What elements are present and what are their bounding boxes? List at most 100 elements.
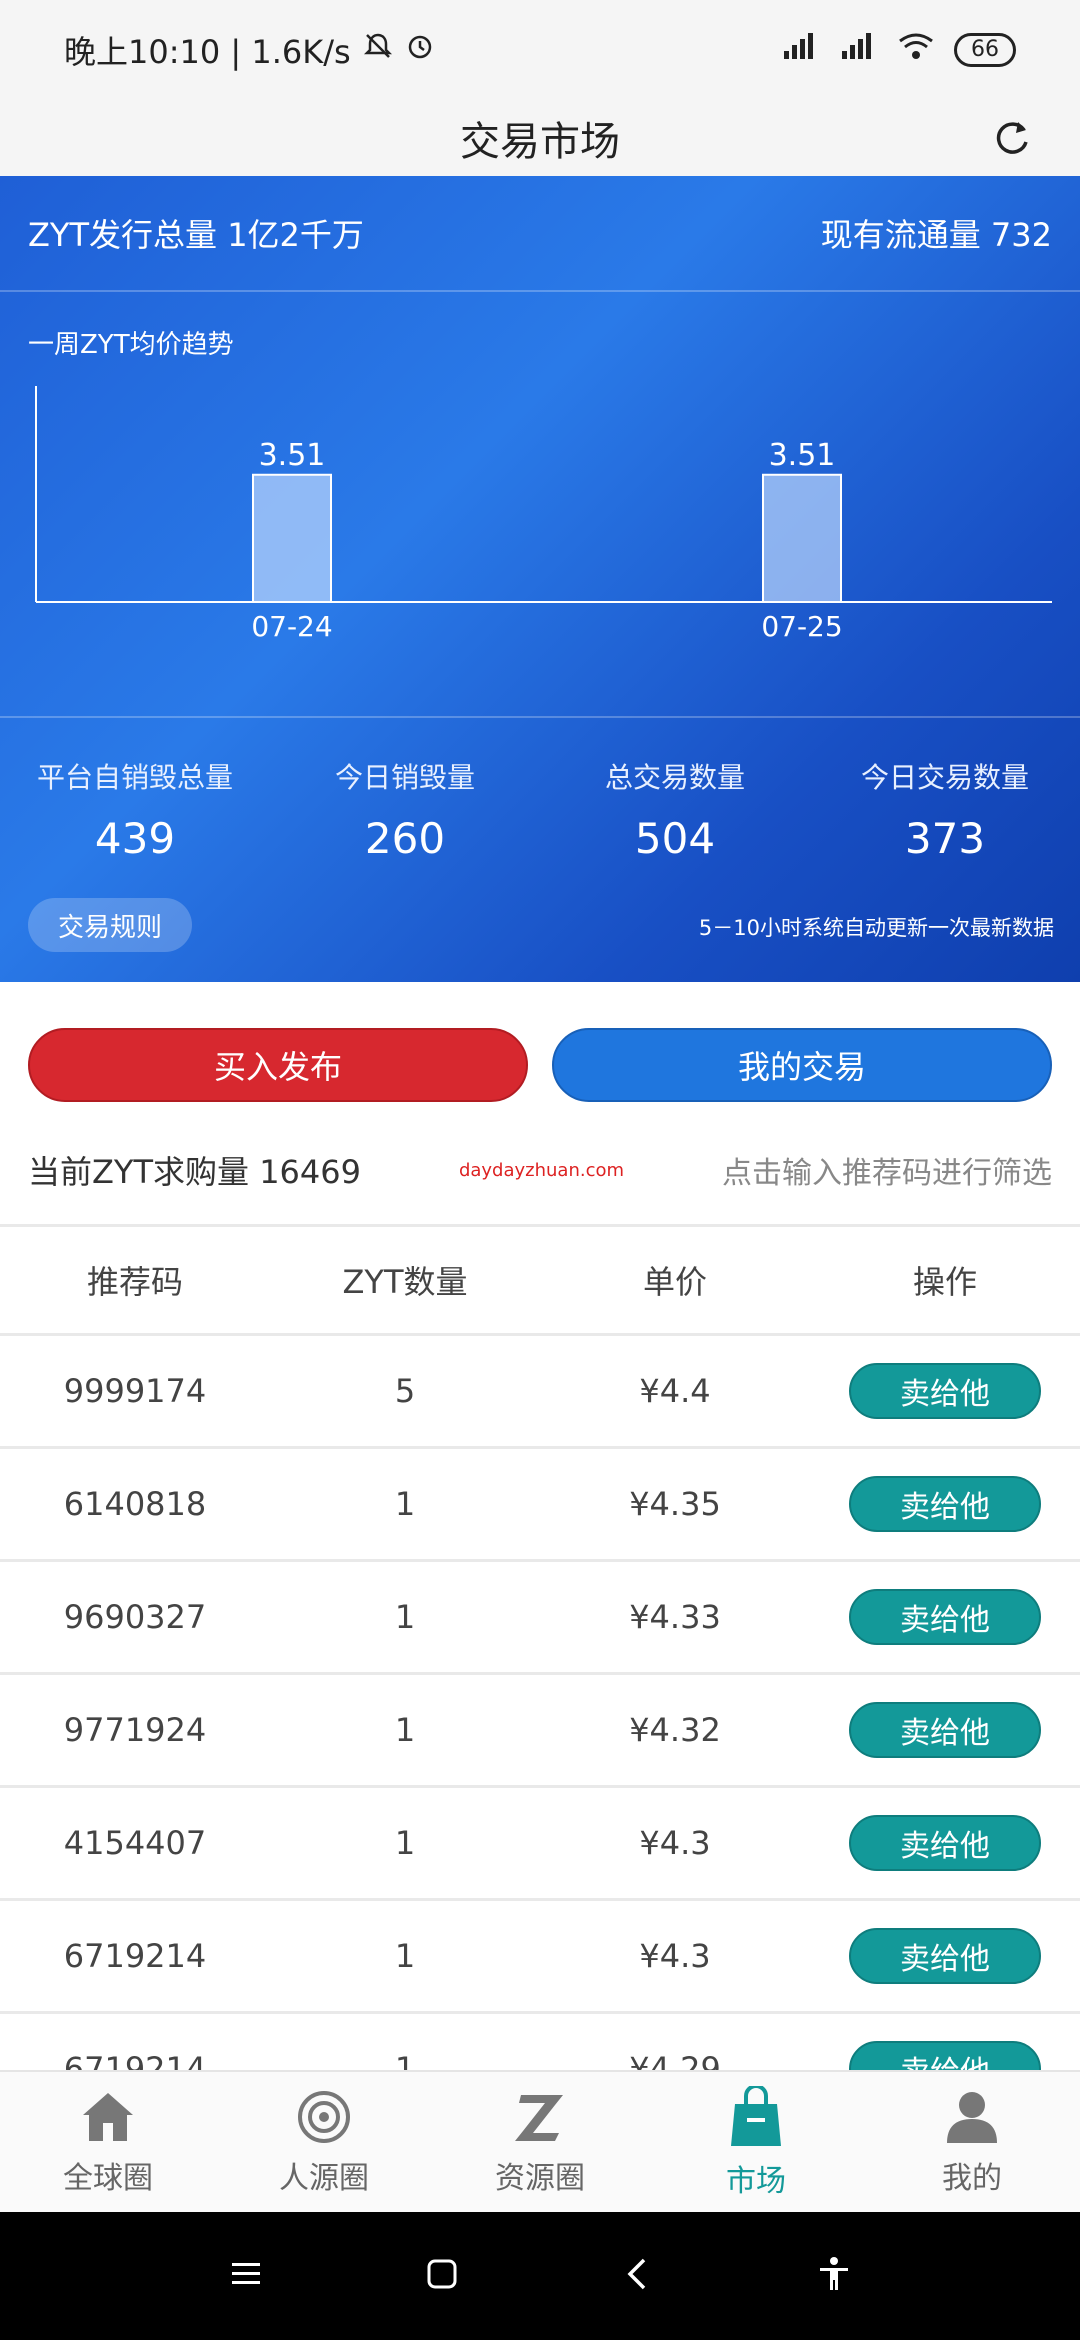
row-price: ¥4.3 xyxy=(639,1937,711,1975)
row-qty: 5 xyxy=(394,1372,416,1410)
row-code: 6719214 xyxy=(63,1937,207,1975)
signal-icon xyxy=(838,31,878,69)
bottom-tab-bar: 全球圈 人源圈 资源圈 市场 我的 xyxy=(0,2070,1080,2214)
row-qty: 1 xyxy=(394,1937,416,1975)
chart-data-label: 3.51 xyxy=(259,438,326,473)
row-action-cell: 卖给他 xyxy=(810,1476,1080,1532)
update-note: 5－10小时系统自动更新一次最新数据 xyxy=(698,916,1054,940)
table-row: 4154407 1 ¥4.3 卖给他 xyxy=(0,1788,1080,1901)
tab-people[interactable]: 人源圈 xyxy=(216,2072,432,2214)
my-trades-button[interactable]: 我的交易 xyxy=(552,1028,1052,1102)
tab-global[interactable]: 全球圈 xyxy=(0,2072,216,2214)
row-price: ¥4.33 xyxy=(629,1598,721,1636)
hero-divider xyxy=(0,716,1080,718)
demand-quantity: 当前ZYT求购量 16469 xyxy=(28,1153,361,1191)
table-row: 6719214 1 ¥4.3 卖给他 xyxy=(0,1901,1080,2014)
system-nav-bar xyxy=(0,2212,1080,2340)
app-bar: 交易市场 xyxy=(0,100,1080,176)
stat-label: 平台自销毁总量 xyxy=(36,761,233,794)
header-action: 操作 xyxy=(912,1263,977,1301)
chart-data-label: 3.51 xyxy=(769,438,836,473)
stat-value: 260 xyxy=(364,814,446,863)
row-price: ¥4.32 xyxy=(629,1711,721,1749)
status-bar: 晚上10:10 | 1.6K/s 66 xyxy=(0,0,1080,100)
table-header: 推荐码 ZYT数量 单价 操作 xyxy=(0,1224,1080,1336)
stat-destroyed-today: 今日销毁量 260 xyxy=(270,756,540,863)
market-summary-panel: ZYT发行总量 1亿2千万 现有流通量 732 一周ZYT均价趋势 3.51 07… xyxy=(0,176,1080,982)
total-issue: ZYT发行总量 1亿2千万 xyxy=(28,216,364,254)
stats-row: 平台自销毁总量 439 今日销毁量 260 总交易数量 504 今日交易数量 3… xyxy=(0,756,1080,863)
header-price: 单价 xyxy=(642,1263,707,1301)
stat-label: 总交易数量 xyxy=(604,761,745,794)
back-icon[interactable] xyxy=(620,2256,656,2296)
stat-value: 439 xyxy=(94,814,176,863)
row-code: 9690327 xyxy=(63,1598,207,1636)
home-square-icon[interactable] xyxy=(424,2256,460,2296)
battery-indicator: 66 xyxy=(954,33,1016,67)
circulation: 现有流通量 732 xyxy=(820,216,1052,254)
row-code: 9999174 xyxy=(63,1372,207,1410)
table-row: 9690327 1 ¥4.33 卖给他 xyxy=(0,1562,1080,1675)
alarm-icon xyxy=(405,31,435,69)
tab-me[interactable]: 我的 xyxy=(864,2072,1080,2214)
row-code: 9771924 xyxy=(63,1711,207,1749)
chart-bar xyxy=(252,473,332,603)
row-qty: 1 xyxy=(394,1824,416,1862)
sell-to-button[interactable]: 卖给他 xyxy=(849,1928,1041,1984)
chart-title: 一周ZYT均价趋势 xyxy=(28,330,234,360)
mute-bell-icon xyxy=(363,31,393,69)
watermark-text: daydayzhuan.com xyxy=(458,1159,625,1181)
sell-to-button[interactable]: 卖给他 xyxy=(849,1363,1041,1419)
row-action-cell: 卖给他 xyxy=(810,1589,1080,1645)
page-title: 交易市场 xyxy=(460,119,620,165)
row-action-cell: 卖给他 xyxy=(810,1928,1080,1984)
stat-trades-total: 总交易数量 504 xyxy=(540,756,810,863)
signal-hd-icon xyxy=(780,31,820,69)
tab-label: 人源圈 xyxy=(279,2161,369,2196)
tab-market[interactable]: 市场 xyxy=(648,2072,864,2214)
row-qty: 1 xyxy=(394,1598,416,1636)
user-icon xyxy=(943,2089,1001,2149)
row-action-cell: 卖给他 xyxy=(810,1363,1080,1419)
chart-tick-label: 07-25 xyxy=(761,610,842,643)
sell-to-button[interactable]: 卖给他 xyxy=(849,1589,1041,1645)
refresh-icon[interactable] xyxy=(984,110,1040,166)
row-price: ¥4.35 xyxy=(629,1485,721,1523)
status-time: 晚上10:10 | 1.6K/s xyxy=(64,33,351,71)
menu-icon[interactable] xyxy=(228,2256,264,2296)
shopping-bag-icon xyxy=(727,2084,785,2152)
row-qty: 1 xyxy=(394,1485,416,1523)
trading-rules-button[interactable]: 交易规则 xyxy=(28,898,192,952)
price-trend-chart: 3.51 07-24 3.51 07-25 xyxy=(0,386,1080,643)
sell-to-button[interactable]: 卖给他 xyxy=(849,1815,1041,1871)
row-price: ¥4.3 xyxy=(639,1824,711,1862)
tab-label: 资源圈 xyxy=(495,2161,585,2196)
stat-label: 今日销毁量 xyxy=(334,761,475,794)
supply-row: ZYT发行总量 1亿2千万 现有流通量 732 xyxy=(0,176,1080,292)
row-action-cell: 卖给他 xyxy=(810,1702,1080,1758)
orders-table: 推荐码 ZYT数量 单价 操作 9999174 5 ¥4.4 卖给他 61408… xyxy=(0,1224,1080,2127)
referral-filter-input[interactable]: 点击输入推荐码进行筛选 xyxy=(722,1148,1052,1192)
wifi-icon xyxy=(896,31,936,69)
stat-destroyed-total: 平台自销毁总量 439 xyxy=(0,756,270,863)
tab-label: 全球圈 xyxy=(63,2161,153,2196)
stat-value: 504 xyxy=(634,814,716,863)
tab-label: 市场 xyxy=(726,2164,786,2199)
accessibility-icon[interactable] xyxy=(816,2256,852,2296)
action-buttons: 买入发布 我的交易 xyxy=(0,1028,1080,1102)
broadcast-icon xyxy=(295,2089,353,2149)
tab-resources[interactable]: 资源圈 xyxy=(432,2072,648,2214)
stat-trades-today: 今日交易数量 373 xyxy=(810,756,1080,863)
row-price: ¥4.4 xyxy=(639,1372,711,1410)
home-icon xyxy=(79,2089,137,2149)
stat-label: 今日交易数量 xyxy=(860,761,1029,794)
buy-publish-button[interactable]: 买入发布 xyxy=(28,1028,528,1102)
row-action-cell: 卖给他 xyxy=(810,1815,1080,1871)
row-code: 4154407 xyxy=(63,1824,207,1862)
header-qty: ZYT数量 xyxy=(342,1263,468,1301)
sell-to-button[interactable]: 卖给他 xyxy=(849,1476,1041,1532)
sell-to-button[interactable]: 卖给他 xyxy=(849,1702,1041,1758)
chart-tick-label: 07-24 xyxy=(251,610,332,643)
table-row: 6140818 1 ¥4.35 卖给他 xyxy=(0,1449,1080,1562)
tab-label: 我的 xyxy=(942,2161,1002,2196)
